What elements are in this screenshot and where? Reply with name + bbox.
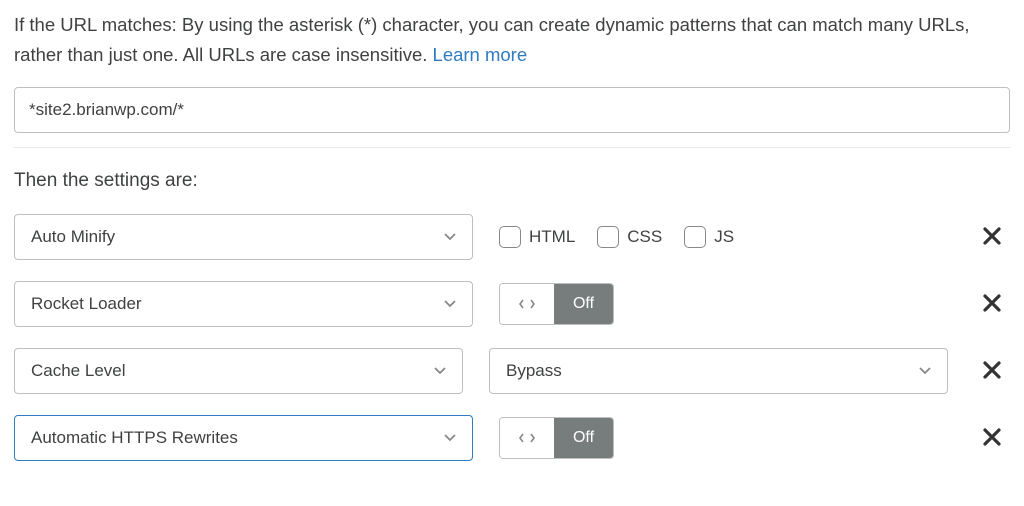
chevron-down-icon bbox=[444, 300, 456, 308]
url-match-help: If the URL matches: By using the asteris… bbox=[14, 10, 1010, 69]
divider bbox=[14, 147, 1010, 148]
setting-row: Automatic HTTPS Rewrites Off bbox=[14, 415, 1010, 461]
minify-checkbox-group: HTML CSS JS bbox=[499, 226, 734, 248]
setting-select-rocket-loader[interactable]: Rocket Loader bbox=[14, 281, 473, 327]
checkbox-js[interactable]: JS bbox=[684, 226, 734, 248]
url-pattern-input[interactable] bbox=[14, 87, 1010, 133]
setting-select-https-rewrites[interactable]: Automatic HTTPS Rewrites bbox=[14, 415, 473, 461]
checkbox-box bbox=[684, 226, 706, 248]
setting-row: Rocket Loader Off bbox=[14, 281, 1010, 327]
select-label: Rocket Loader bbox=[31, 294, 142, 314]
remove-setting-button[interactable] bbox=[974, 421, 1010, 455]
remove-setting-button[interactable] bbox=[974, 354, 1010, 388]
checkbox-html[interactable]: HTML bbox=[499, 226, 575, 248]
checkbox-box bbox=[597, 226, 619, 248]
remove-setting-button[interactable] bbox=[974, 220, 1010, 254]
toggle-state-label: Off bbox=[554, 418, 613, 458]
select-value-label: Bypass bbox=[506, 361, 562, 381]
chevron-down-icon bbox=[919, 367, 931, 375]
chevron-down-icon bbox=[444, 233, 456, 241]
setting-select-cache-level[interactable]: Cache Level bbox=[14, 348, 463, 394]
chevron-down-icon bbox=[434, 367, 446, 375]
https-rewrites-toggle[interactable]: Off bbox=[499, 417, 614, 459]
setting-row: Cache Level Bypass bbox=[14, 348, 1010, 394]
select-label: Auto Minify bbox=[31, 227, 115, 247]
checkbox-css[interactable]: CSS bbox=[597, 226, 662, 248]
checkbox-label: HTML bbox=[529, 227, 575, 247]
setting-row: Auto Minify HTML CSS JS bbox=[14, 214, 1010, 260]
checkbox-label: JS bbox=[714, 227, 734, 247]
setting-select-auto-minify[interactable]: Auto Minify bbox=[14, 214, 473, 260]
settings-section-label: Then the settings are: bbox=[14, 170, 1010, 192]
select-label: Cache Level bbox=[31, 361, 126, 381]
toggle-state-label: Off bbox=[554, 284, 613, 324]
remove-setting-button[interactable] bbox=[974, 287, 1010, 321]
select-label: Automatic HTTPS Rewrites bbox=[31, 428, 238, 448]
checkbox-box bbox=[499, 226, 521, 248]
learn-more-link[interactable]: Learn more bbox=[433, 44, 528, 65]
toggle-thumb-icon bbox=[500, 418, 554, 458]
checkbox-label: CSS bbox=[627, 227, 662, 247]
rocket-loader-toggle[interactable]: Off bbox=[499, 283, 614, 325]
chevron-down-icon bbox=[444, 434, 456, 442]
cache-level-value-select[interactable]: Bypass bbox=[489, 348, 948, 394]
toggle-thumb-icon bbox=[500, 284, 554, 324]
